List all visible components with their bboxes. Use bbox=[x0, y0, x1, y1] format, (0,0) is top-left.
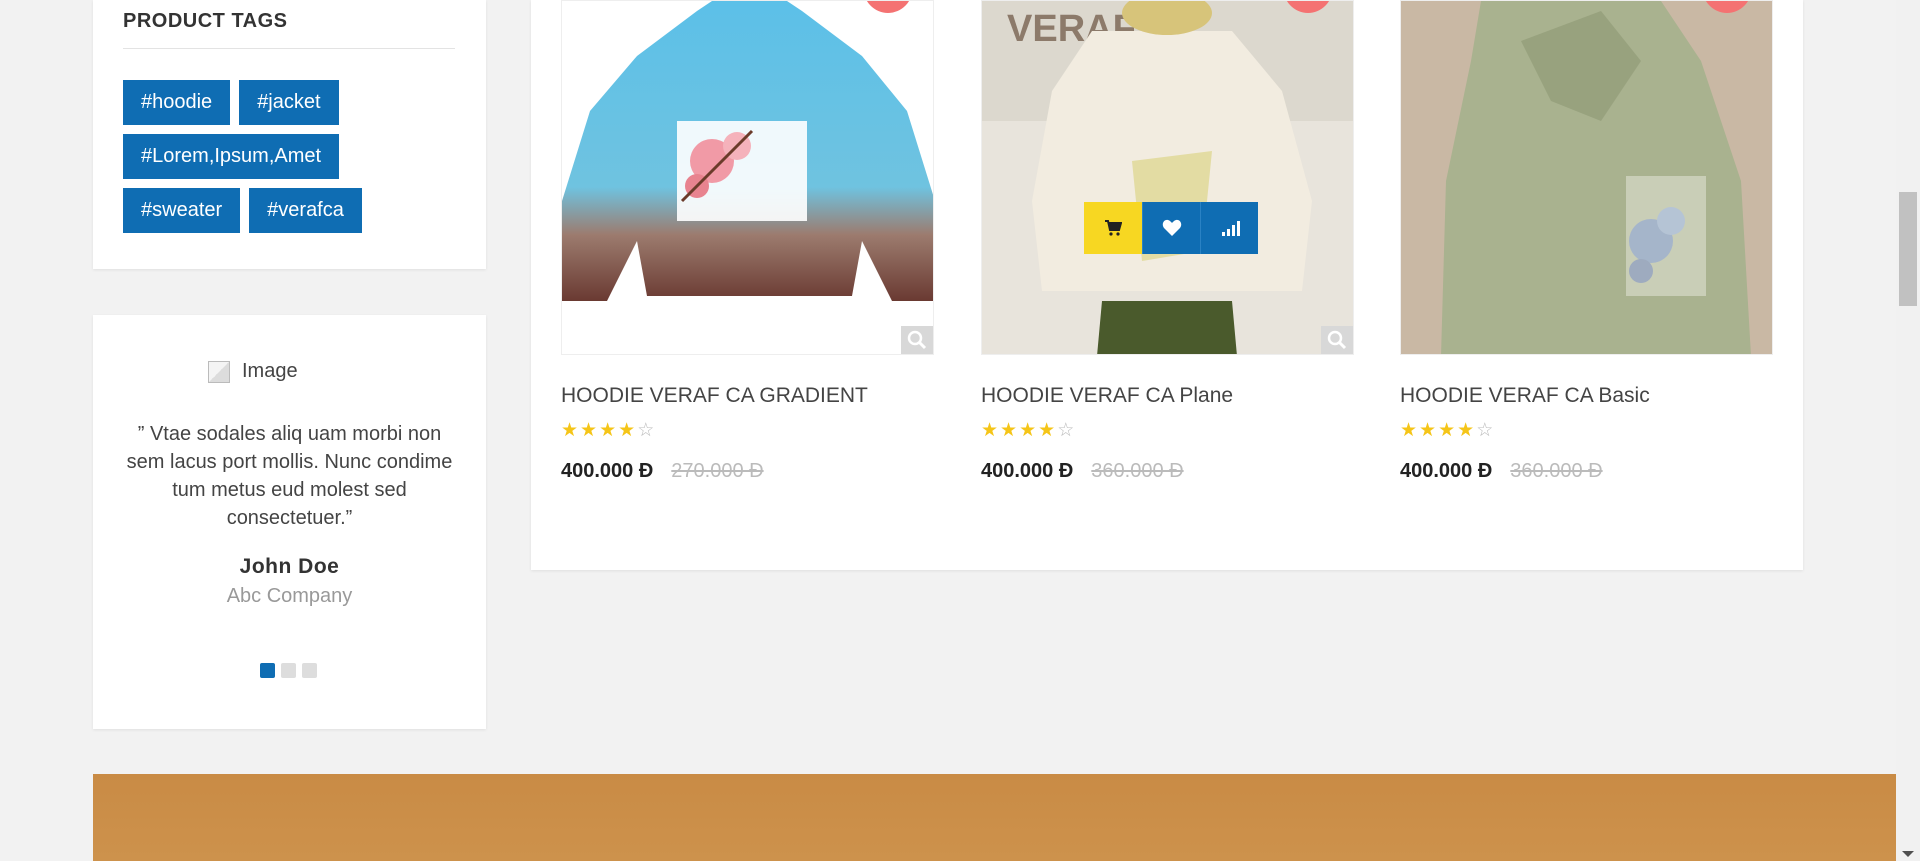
tag-hoodie[interactable]: #hoodie bbox=[123, 80, 231, 125]
price-current: 400.000 Đ bbox=[1400, 460, 1493, 482]
product-tags-widget: PRODUCT TAGS #hoodie #jacket #Lorem,Ipsu… bbox=[93, 0, 486, 269]
product-name[interactable]: HOODIE VERAF CA Basic bbox=[1400, 384, 1650, 408]
carousel-dot-2[interactable] bbox=[281, 663, 296, 678]
product-tags-title: PRODUCT TAGS bbox=[123, 10, 288, 32]
star-filled-icon: ★ bbox=[580, 420, 598, 441]
star-filled-icon: ★ bbox=[1038, 420, 1056, 441]
product-image[interactable] bbox=[1400, 0, 1773, 355]
price: 400.000 Đ 270.000 Đ bbox=[561, 460, 764, 483]
tag-jacket[interactable]: #jacket bbox=[239, 80, 339, 125]
star-filled-icon: ★ bbox=[981, 420, 999, 441]
testimonial-avatar: Image bbox=[208, 360, 298, 383]
testimonial-quote: ” Vtae sodales aliq uam morbi non sem la… bbox=[126, 423, 453, 529]
magnifier-icon[interactable] bbox=[901, 326, 933, 354]
star-filled-icon: ★ bbox=[561, 420, 579, 441]
star-filled-icon: ★ bbox=[1438, 420, 1456, 441]
star-rating: ★ ★ ★ ★ ☆ bbox=[1400, 421, 1493, 441]
testimonial-widget: Image ” Vtae sodales aliq uam morbi non … bbox=[93, 315, 486, 729]
star-rating: ★ ★ ★ ★ ☆ bbox=[981, 421, 1074, 441]
star-filled-icon: ★ bbox=[1019, 420, 1037, 441]
scrollbar-thumb[interactable] bbox=[1899, 192, 1917, 306]
tag-verafca[interactable]: #verafca bbox=[249, 188, 362, 233]
broken-image-icon bbox=[208, 360, 230, 383]
product-card: HOODIE VERAF CA Basic ★ ★ ★ ★ ☆ 400.000 Đ 36… bbox=[1400, 0, 1773, 482]
testimonial-company: Abc Company bbox=[226, 585, 353, 607]
cart-icon bbox=[1105, 220, 1122, 236]
price-old: 360.000 Đ bbox=[1510, 460, 1603, 482]
blue-gradient-hoodie-image bbox=[562, 1, 933, 354]
star-filled-icon: ★ bbox=[618, 420, 636, 441]
product-actions bbox=[1084, 202, 1258, 254]
promo-banner bbox=[93, 774, 1896, 861]
page-scrollbar[interactable] bbox=[1896, 0, 1920, 861]
star-filled-icon: ★ bbox=[1457, 420, 1475, 441]
product-card: HOODIE VERAF CA GRADIENT ★ ★ ★ ★ ☆ 400.000 Đ… bbox=[561, 0, 934, 482]
tag-list: #hoodie #jacket #Lorem,Ipsum,Amet #sweat… bbox=[123, 80, 463, 233]
star-empty-icon: ☆ bbox=[1476, 420, 1494, 441]
compare-button[interactable] bbox=[1200, 202, 1258, 254]
carousel-dot-1[interactable] bbox=[260, 663, 275, 678]
product-name[interactable]: HOODIE VERAF CA Plane bbox=[981, 384, 1233, 408]
sage-hoodie-image bbox=[1401, 1, 1772, 354]
star-empty-icon: ☆ bbox=[1057, 420, 1075, 441]
add-to-cart-button[interactable] bbox=[1084, 202, 1142, 254]
signal-bars-icon bbox=[1221, 221, 1240, 236]
testimonial-author: John Doe bbox=[239, 555, 340, 578]
carousel-dots bbox=[260, 663, 317, 678]
product-grid: HOODIE VERAF CA GRADIENT ★ ★ ★ ★ ☆ 400.000 Đ… bbox=[531, 0, 1803, 570]
magnifier-icon[interactable] bbox=[1321, 326, 1353, 354]
star-empty-icon: ☆ bbox=[637, 420, 655, 441]
price-old: 360.000 Đ bbox=[1091, 460, 1184, 482]
scroll-down-arrow-icon[interactable] bbox=[1902, 851, 1914, 857]
product-image[interactable]: VERAF bbox=[981, 0, 1354, 355]
star-filled-icon: ★ bbox=[1419, 420, 1437, 441]
star-rating: ★ ★ ★ ★ ☆ bbox=[561, 421, 654, 441]
product-name[interactable]: HOODIE VERAF CA GRADIENT bbox=[561, 384, 868, 408]
heart-icon bbox=[1162, 219, 1181, 236]
divider bbox=[123, 48, 455, 49]
cream-hoodie-image: VERAF bbox=[982, 1, 1353, 354]
price: 400.000 Đ 360.000 Đ bbox=[1400, 460, 1603, 483]
price-current: 400.000 Đ bbox=[981, 460, 1074, 482]
product-image[interactable] bbox=[561, 0, 934, 355]
price: 400.000 Đ 360.000 Đ bbox=[981, 460, 1184, 483]
star-filled-icon: ★ bbox=[599, 420, 617, 441]
testimonial-image-alt: Image bbox=[242, 360, 298, 382]
tag-lorem-ipsum-amet[interactable]: #Lorem,Ipsum,Amet bbox=[123, 134, 340, 179]
product-card: VERAF HOODIE VERAF CA Plane ★ ★ ★ ★ ☆ 40… bbox=[981, 0, 1354, 482]
carousel-dot-3[interactable] bbox=[302, 663, 317, 678]
tag-sweater[interactable]: #sweater bbox=[123, 188, 241, 233]
star-filled-icon: ★ bbox=[1400, 420, 1418, 441]
wishlist-button[interactable] bbox=[1142, 202, 1200, 254]
price-current: 400.000 Đ bbox=[561, 460, 654, 482]
price-old: 270.000 Đ bbox=[671, 460, 764, 482]
star-filled-icon: ★ bbox=[1000, 420, 1018, 441]
